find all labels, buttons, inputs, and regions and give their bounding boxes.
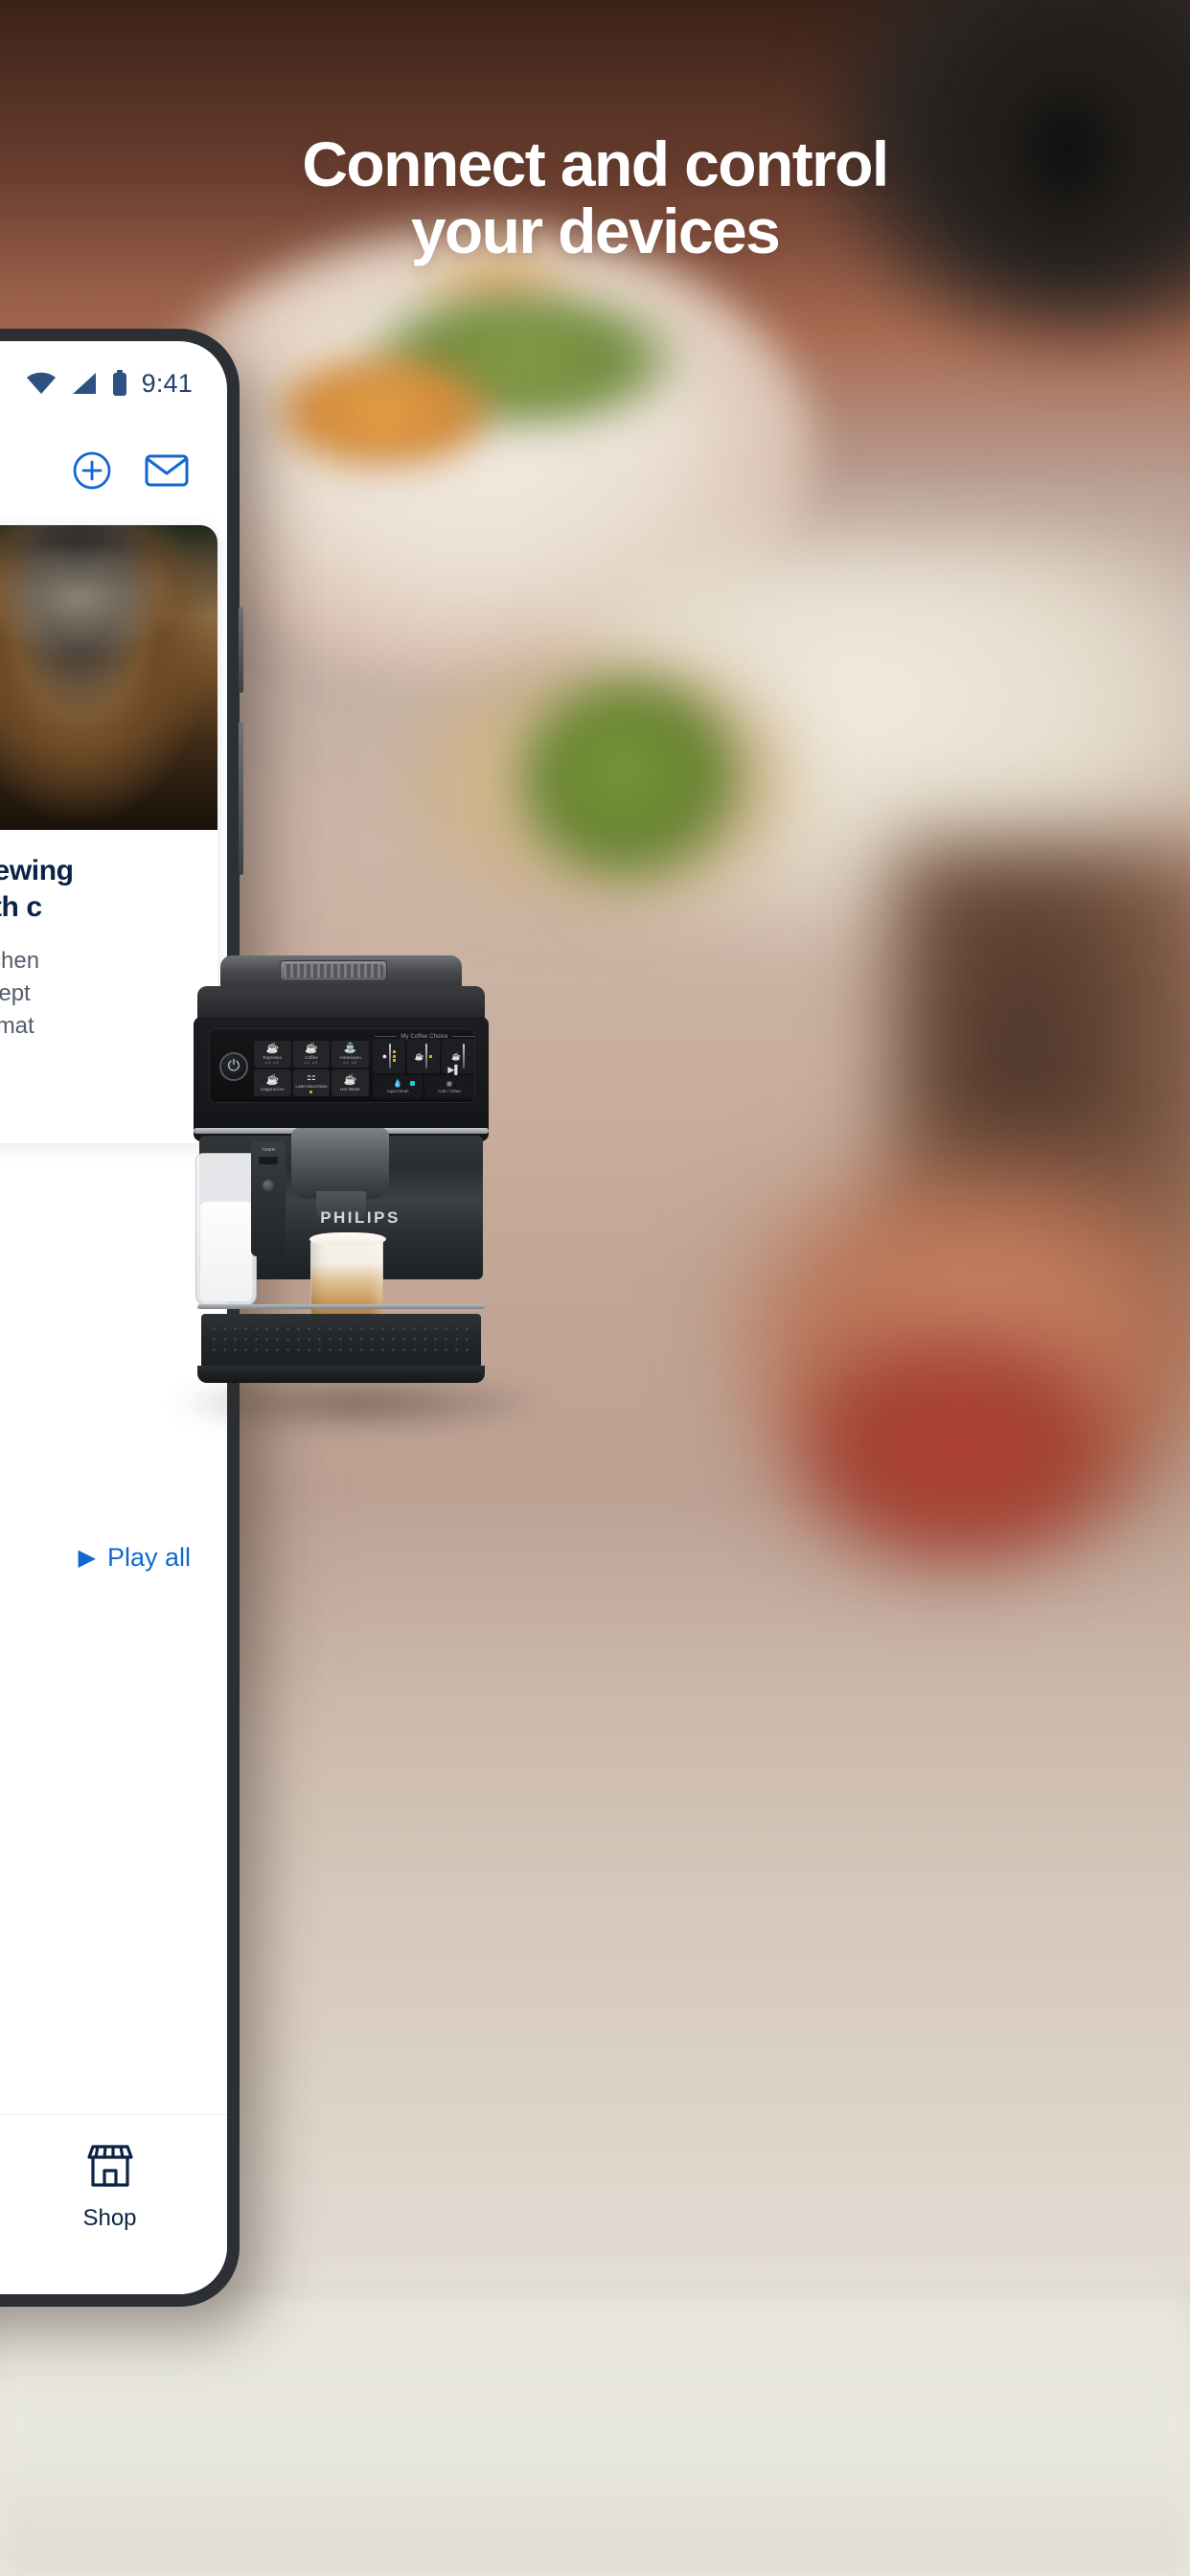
machine-base (197, 1366, 485, 1383)
hot-water-icon: ☕ (343, 1073, 357, 1086)
recipe-card[interactable]: Brewing with c Kitchen except aromat (0, 525, 217, 1143)
milk-carafe (195, 1153, 257, 1306)
plus-circle-icon[interactable] (70, 448, 114, 493)
status-bar: 9:41 (0, 341, 227, 426)
envelope-icon[interactable] (145, 448, 189, 493)
recipe-card-desc: Kitchen except aromat (0, 948, 40, 1039)
button-label: Cappuccino (260, 1086, 285, 1092)
play-triangle-icon: ▶ (78, 1544, 96, 1571)
frother-knob[interactable] (263, 1180, 274, 1191)
headline-line-1: Connect and control (302, 128, 889, 199)
button-counts: x1 x2 (304, 1059, 319, 1065)
headline-line-2: your devices (410, 196, 781, 266)
button-coffee[interactable]: ☕ Coffee x1 x2 (292, 1041, 331, 1068)
cappuccino-cup-icon: ☕ (265, 1073, 280, 1086)
cup-volume-icon: ☕ (414, 1051, 424, 1061)
background-red-accent (786, 1322, 1131, 1572)
button-espresso[interactable]: ☕ Espresso x1 x2 (254, 1041, 291, 1068)
page-headline: Connect and control your devices (0, 130, 1190, 264)
maintenance-row[interactable]: 💧 Aqua Clean ◉ Calc / Clean (373, 1075, 474, 1098)
americano-mug-icon: ⛲ (343, 1042, 357, 1054)
start-stop-icon[interactable]: ▶▌ (442, 1064, 467, 1075)
espresso-cup-icon: ☕ (265, 1042, 280, 1054)
timer-label: TIMER (262, 1147, 275, 1152)
button-calc-clean[interactable]: ◉ Calc / Clean (424, 1075, 474, 1098)
philips-coffee-machine: ⏻ My Coffee Choice ☕ Espresso x1 x2 ☕ Co… (172, 954, 548, 1452)
status-bar-time: 9:41 (141, 368, 193, 398)
milk-volume-icon: ☕ (451, 1051, 461, 1061)
wifi-icon (25, 371, 57, 396)
header-rule-right (451, 1036, 474, 1037)
recipe-card-title: Brewing with c (0, 855, 74, 923)
recipe-card-image (0, 525, 217, 830)
aroma-level-indicators (393, 1050, 397, 1062)
aroma-strength-control[interactable]: ● (373, 1039, 405, 1073)
battery-icon (111, 370, 128, 397)
aqua-clean-icon: 💧 (393, 1079, 402, 1088)
maintenance-label: Aqua Clean (386, 1089, 409, 1093)
button-counts: x1 x2 (265, 1059, 280, 1065)
cup-level-indicators (429, 1054, 433, 1058)
button-label: Coffee (305, 1054, 318, 1060)
play-all-link[interactable]: ▶ Play all (0, 1543, 227, 1573)
cup-volume-slider[interactable] (425, 1044, 428, 1069)
machine-front-body: ⏻ My Coffee Choice ☕ Espresso x1 x2 ☕ Co… (194, 1017, 489, 1141)
button-latte-macchiato[interactable]: ⚏ Latte Macchiato (292, 1070, 331, 1096)
header-rule-left (375, 1036, 398, 1037)
active-indicator (309, 1090, 313, 1093)
button-counts: x1 x2 (343, 1059, 357, 1065)
machine-drip-grid (209, 1323, 473, 1358)
aqua-clean-indicator (410, 1081, 415, 1086)
beverage-button-grid[interactable]: ☕ Espresso x1 x2 ☕ Coffee x1 x2 ⛲ Americ… (254, 1041, 369, 1096)
button-aqua-clean[interactable]: 💧 Aqua Clean (373, 1075, 423, 1098)
recipe-card-body: Brewing with c Kitchen except aromat (0, 830, 217, 1043)
bottom-navigation: Appliances Shop (0, 2114, 227, 2294)
nav-label: Shop (82, 2205, 137, 2231)
machine-lid-vents (284, 964, 383, 978)
milk-frother-arm: TIMER (251, 1141, 286, 1256)
nav-item-shop[interactable]: Shop (0, 2138, 227, 2232)
latte-glass-icon: ⚏ (307, 1071, 316, 1084)
button-label: Espresso (263, 1054, 283, 1060)
frother-button[interactable] (259, 1157, 278, 1164)
machine-chrome-trim-bottom (197, 1304, 485, 1309)
aroma-strength-slider[interactable] (389, 1044, 392, 1069)
coffee-bean-icon: ● (381, 1051, 388, 1061)
coffee-brewing-photo (0, 525, 217, 830)
button-label: Americano (339, 1054, 361, 1060)
power-icon[interactable]: ⏻ (219, 1052, 248, 1081)
signal-icon (71, 371, 98, 396)
app-header (0, 426, 227, 516)
calc-clean-icon: ◉ (446, 1079, 453, 1088)
background-bread (273, 355, 493, 470)
button-label: Hot Water (340, 1086, 361, 1092)
background-countertop (0, 2260, 1190, 2576)
background-avocado (522, 680, 743, 882)
button-cappuccino[interactable]: ☕ Cappuccino (254, 1070, 291, 1096)
button-hot-water[interactable]: ☕ Hot Water (332, 1070, 369, 1096)
coffee-cup-icon: ☕ (305, 1042, 318, 1054)
maintenance-label: Calc / Clean (438, 1089, 461, 1093)
cup-volume-control[interactable]: ☕ (407, 1039, 440, 1073)
storefront-icon (0, 2138, 227, 2194)
play-all-label: Play all (106, 1543, 191, 1572)
machine-dispenser-head (291, 1128, 389, 1199)
button-label: Latte Macchiato (295, 1084, 328, 1090)
machine-control-panel[interactable]: ⏻ My Coffee Choice ☕ Espresso x1 x2 ☕ Co… (209, 1028, 475, 1103)
button-americano[interactable]: ⛲ Americano x1 x2 (332, 1041, 369, 1068)
